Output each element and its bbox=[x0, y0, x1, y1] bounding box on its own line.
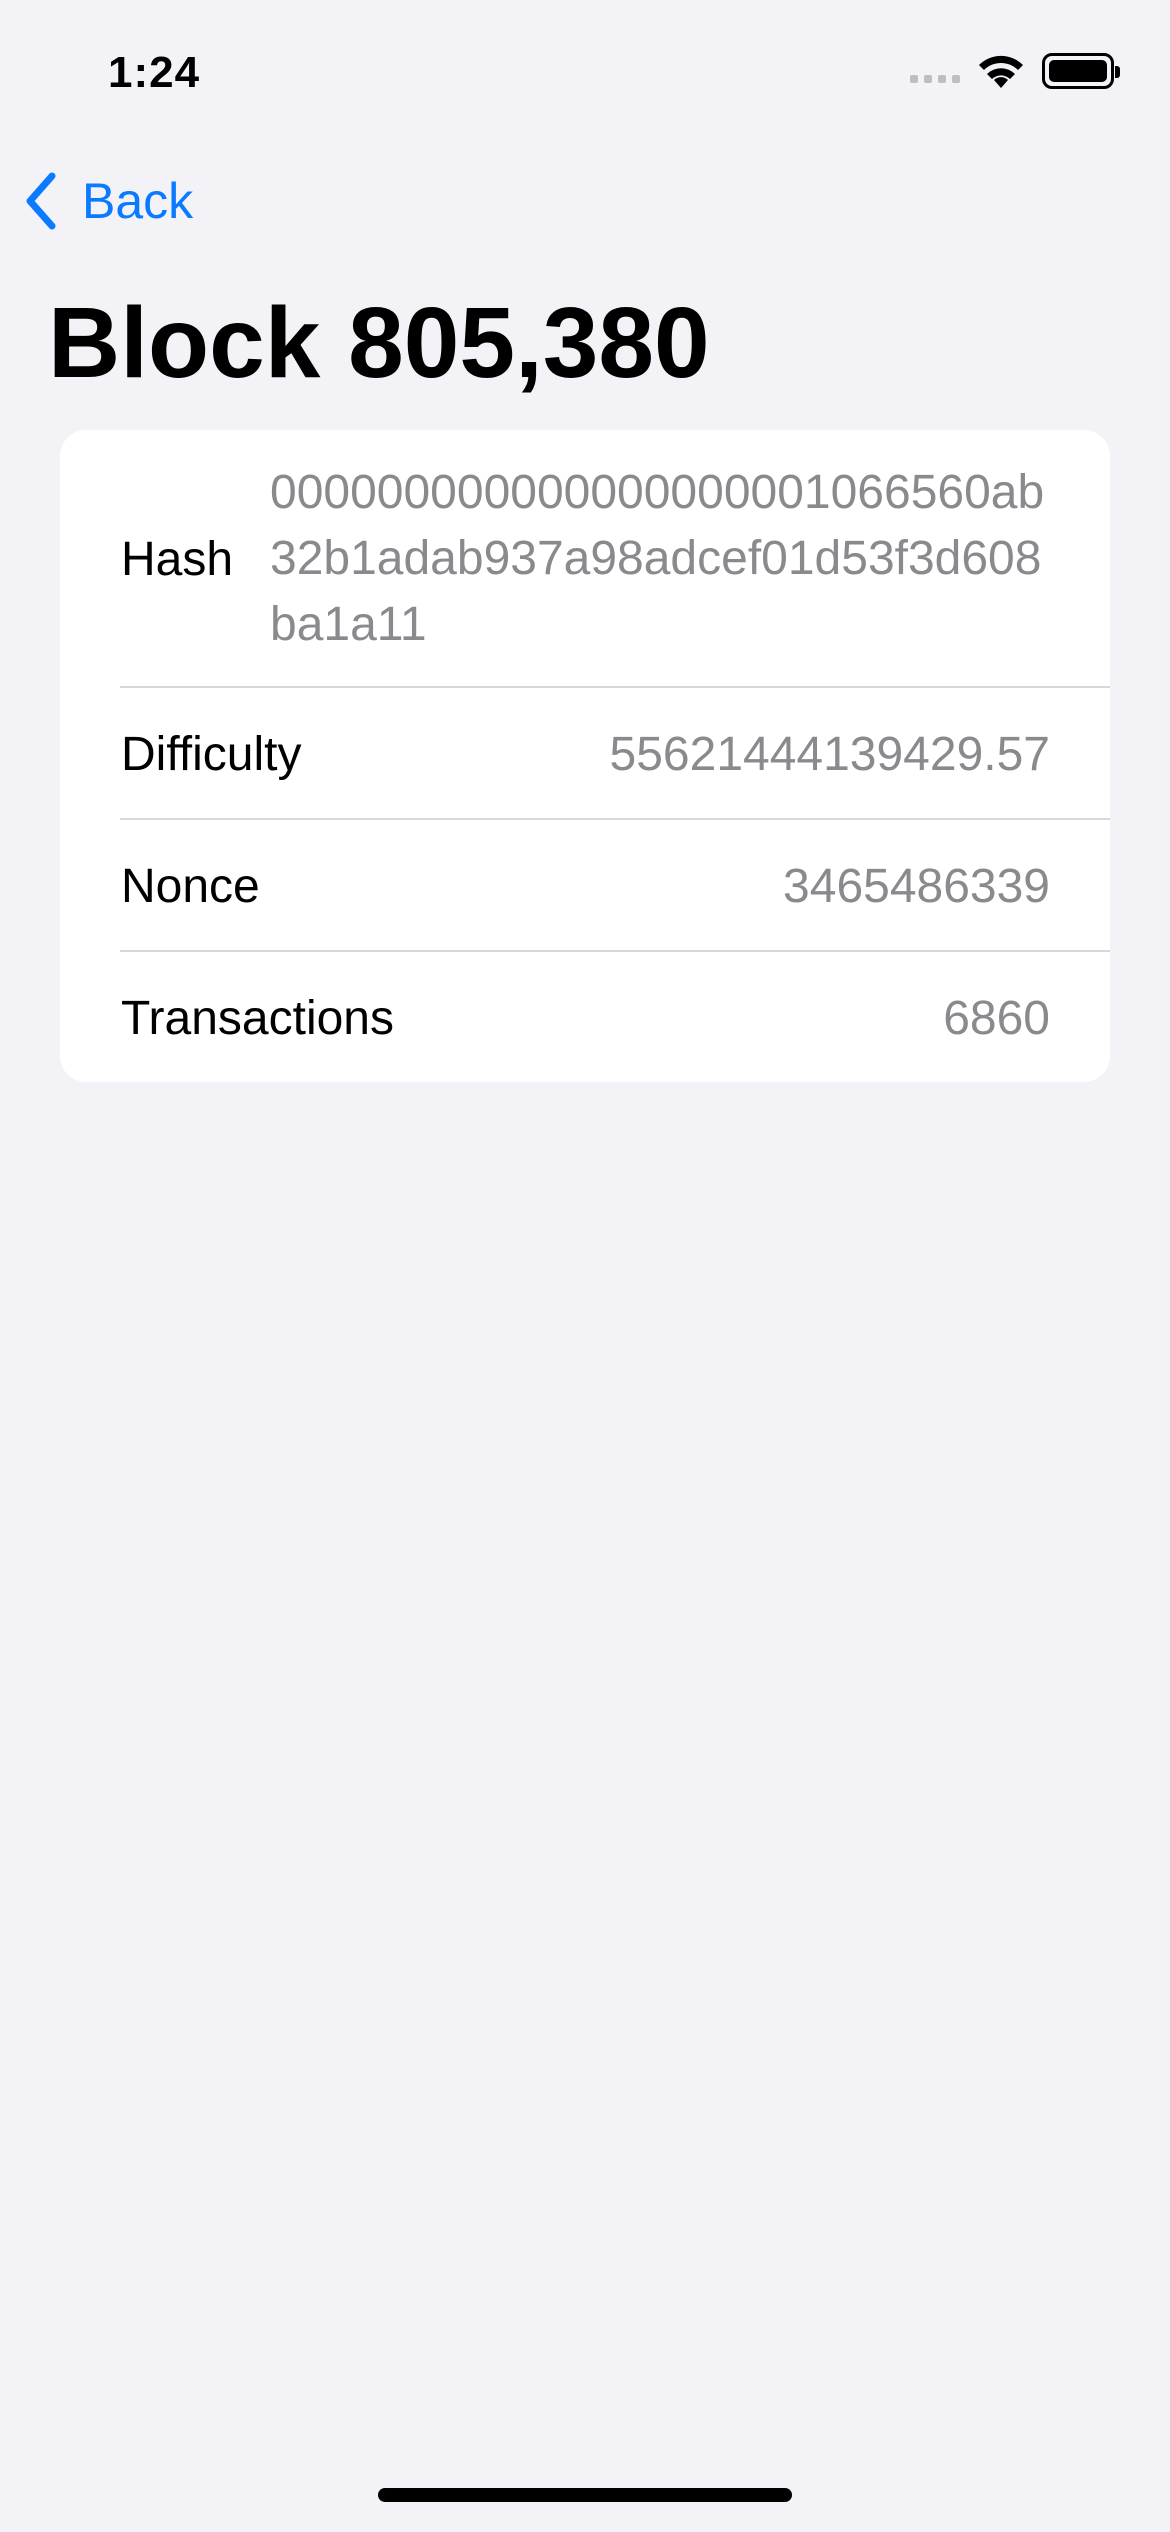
detail-value: 000000000000000000001066560ab32b1adab937… bbox=[270, 466, 1045, 651]
detail-row-nonce: Nonce 3465486339 bbox=[60, 820, 1110, 952]
detail-value: 55621444139429.57 bbox=[609, 727, 1050, 781]
detail-label: Transactions bbox=[121, 991, 394, 1045]
home-indicator[interactable] bbox=[378, 2488, 792, 2502]
detail-row-transactions: Transactions 6860 bbox=[60, 952, 1110, 1082]
status-time: 1:24 bbox=[108, 48, 201, 97]
status-icons bbox=[910, 52, 1120, 90]
detail-label: Nonce bbox=[121, 859, 260, 913]
status-bar: 1:24 bbox=[0, 0, 1170, 150]
block-details-card: Hash 000000000000000000001066560ab32b1ad… bbox=[60, 430, 1110, 1082]
detail-row-difficulty: Difficulty 55621444139429.57 bbox=[60, 688, 1110, 820]
detail-value: 3465486339 bbox=[783, 859, 1050, 913]
detail-row-hash: Hash 000000000000000000001066560ab32b1ad… bbox=[60, 430, 1110, 688]
detail-label: Hash bbox=[121, 532, 234, 586]
battery-icon bbox=[1042, 53, 1120, 89]
page-title: Block 805,380 bbox=[48, 287, 710, 399]
back-label: Back bbox=[82, 173, 194, 229]
cellular-signal-icon bbox=[910, 75, 960, 83]
wifi-icon bbox=[979, 55, 1023, 88]
detail-value: 6860 bbox=[943, 991, 1050, 1045]
detail-label: Difficulty bbox=[121, 727, 302, 781]
back-button[interactable]: Back bbox=[24, 172, 193, 230]
chevron-left-icon bbox=[26, 172, 56, 230]
